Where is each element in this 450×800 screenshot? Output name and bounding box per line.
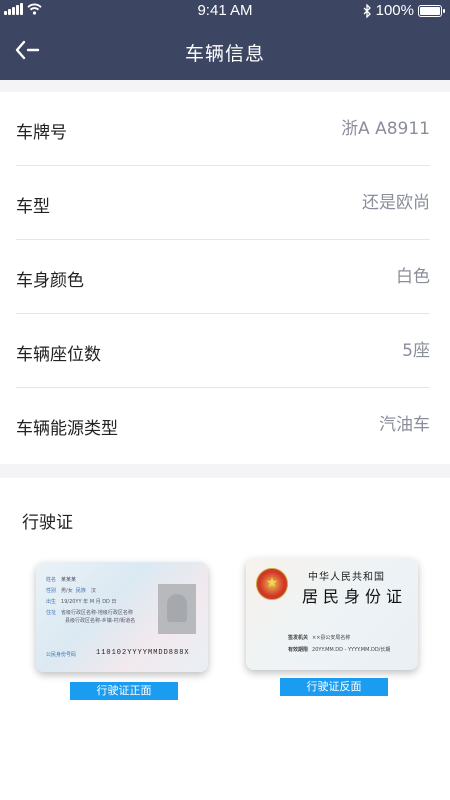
page-title: 车辆信息: [184, 43, 265, 65]
battery-percent: 100%: [375, 2, 414, 19]
status-right: 100%: [363, 2, 445, 19]
front-address: 住址 省级行政区名称-地级行政区名称: [46, 610, 133, 616]
id-number: 110102YYYYMMDD888X: [96, 649, 190, 657]
seats-value: 5座: [402, 341, 430, 361]
bluetooth-icon: [363, 3, 371, 18]
front-birth: 出生 19/20YY 年 M 月 DD 日: [46, 599, 117, 605]
energy-label: 车辆能源类型: [16, 419, 118, 439]
back-issuer: 签发机关 ××县公安局名称: [288, 635, 351, 641]
front-address-2: 县级行政区名称-乡镇-村/街道名: [65, 618, 136, 624]
portrait-placeholder: [158, 584, 196, 634]
model-value: 还是欧尚: [362, 193, 430, 213]
model-label: 车型: [16, 197, 50, 217]
back-title-big: 居民身份证: [302, 587, 408, 606]
front-name: 姓名 某某某: [46, 577, 77, 583]
license-back-button[interactable]: 行驶证反面: [280, 678, 388, 696]
color-label: 车身颜色: [16, 271, 84, 291]
back-validity: 有效期限 20YY.MM.DD - YYYY.MM.DD/长期: [288, 647, 391, 653]
seats-row[interactable]: 车辆座位数 5座: [16, 314, 430, 388]
back-title-small: 中华人民共和国: [308, 572, 385, 583]
color-row[interactable]: 车身颜色 白色: [16, 240, 430, 314]
app-header: 9:41 AM 100% 车辆信息: [0, 0, 450, 80]
model-row[interactable]: 车型 还是欧尚: [16, 166, 430, 240]
energy-row[interactable]: 车辆能源类型 汽油车: [16, 388, 430, 462]
national-emblem-icon: [256, 568, 288, 600]
plate-label: 车牌号: [16, 123, 67, 143]
color-value: 白色: [396, 267, 430, 287]
plate-value: 浙A A8911: [341, 119, 430, 139]
license-front-button[interactable]: 行驶证正面: [70, 682, 178, 700]
license-front-image[interactable]: 姓名 某某某 性别 男/女 民族汉 出生 19/20YY 年 M 月 DD 日 住址省…: [36, 562, 208, 672]
license-heading: 行驶证: [22, 513, 73, 533]
id-number-label: 公民身份号码: [46, 652, 77, 658]
front-gender: 性别 男/女 民族汉: [46, 588, 96, 594]
energy-value: 汽油车: [379, 415, 430, 435]
battery-icon: [418, 4, 445, 17]
seats-label: 车辆座位数: [16, 345, 101, 365]
license-back-image[interactable]: 中华人民共和国 居民身份证 签发机关××县公安局名称 有效期限20YY.MM.D…: [246, 558, 418, 670]
status-bar: 9:41 AM 100%: [0, 0, 450, 22]
plate-row[interactable]: 车牌号 浙A A8911: [16, 92, 430, 166]
vehicle-info-card: 车牌号 浙A A8911 车型 还是欧尚 车身颜色 白色 车辆座位数 5座 车辆…: [0, 92, 450, 464]
license-section: 行驶证 姓名 某某某 性别 男/女 民族汉 出生 19/20YY 年 M 月 DD 日…: [0, 478, 450, 800]
